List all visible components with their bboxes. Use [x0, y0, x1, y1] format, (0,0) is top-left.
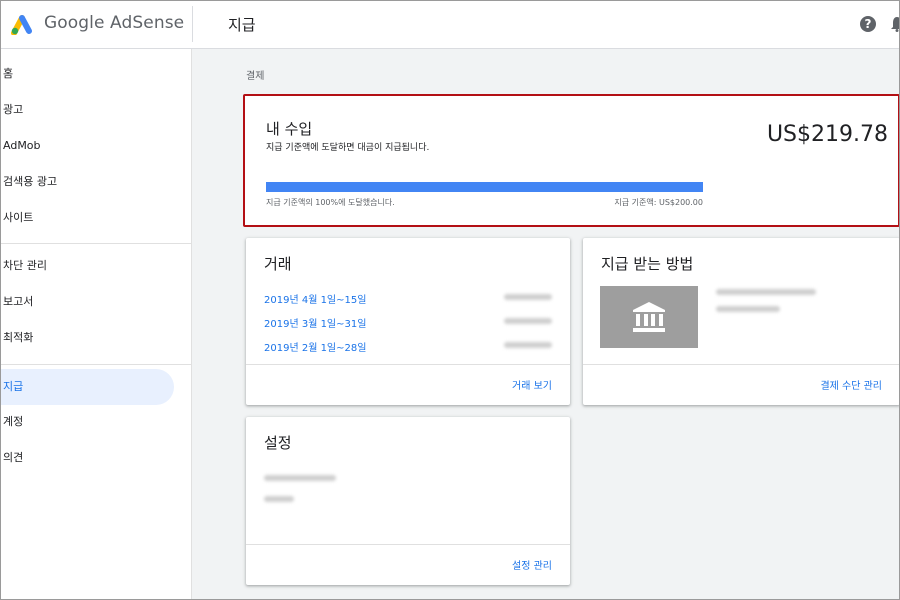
earnings-subtitle: 지급 기준액에 도달하면 대금이 지급됩니다. [266, 143, 430, 153]
earnings-amount: US$219.78 [766, 122, 888, 147]
settings-title: 설정 [264, 434, 292, 452]
payment-method-card: 지급 받는 방법 결제 수단 관리 [583, 238, 900, 405]
sidebar-item-blocking-controls[interactable]: 차단 관리 [0, 248, 180, 284]
earnings-card: 내 수입 지급 기준액에 도달하면 대금이 지급됩니다. US$219.78 지… [243, 94, 900, 227]
redacted-bank-name [716, 289, 816, 295]
sidebar-divider [0, 364, 191, 365]
sidebar-divider [0, 243, 191, 244]
card-footer: 거래 보기 [246, 364, 570, 405]
payment-progress-fill [266, 182, 703, 192]
sidebar-item-search-ads[interactable]: 검색용 광고 [0, 164, 180, 200]
bank-tile [600, 286, 698, 348]
top-app-bar: Google AdSense 지급 ? [0, 0, 900, 49]
card-footer: 결제 수단 관리 [583, 364, 900, 405]
payment-progress-bar [266, 182, 703, 192]
card-footer: 설정 관리 [246, 544, 570, 585]
progress-status-text: 지급 기준액의 100%에 도달했습니다. [266, 198, 395, 207]
view-transactions-link[interactable]: 거래 보기 [512, 377, 552, 392]
sidebar-item-payments[interactable]: 지급 [0, 369, 174, 405]
sidebar-item-feedback[interactable]: 의견 [0, 440, 180, 476]
header-divider [192, 6, 193, 42]
redacted-amount [504, 294, 552, 300]
sidebar-item-home[interactable]: 홈 [0, 56, 180, 92]
sidebar-item-admob[interactable]: AdMob [0, 128, 180, 164]
transaction-period-link[interactable]: 2019년 3월 1일~31일 [264, 315, 366, 330]
earnings-title: 내 수입 [266, 120, 313, 138]
adsense-logo-icon[interactable] [10, 13, 34, 35]
redacted-setting-value [264, 496, 294, 502]
transaction-period-link[interactable]: 2019년 2월 1일~28일 [264, 339, 366, 354]
payment-method-title: 지급 받는 방법 [601, 255, 694, 273]
sidebar-item-ads[interactable]: 광고 [0, 92, 180, 128]
page-title: 지급 [228, 16, 256, 34]
transactions-card: 거래 2019년 4월 1일~15일 2019년 3월 1일~31일 2019년… [246, 238, 570, 405]
manage-payment-methods-link[interactable]: 결제 수단 관리 [820, 377, 882, 392]
sidebar-nav: 홈 광고 AdMob 검색용 광고 사이트 차단 관리 보고서 최적화 지급 계… [0, 49, 192, 600]
sidebar-item-account[interactable]: 계정 [0, 404, 180, 440]
bank-icon [633, 302, 665, 332]
sidebar-item-reports[interactable]: 보고서 [0, 284, 180, 320]
bell-icon[interactable] [890, 16, 900, 32]
payment-threshold-text: 지급 기준액: US$200.00 [614, 198, 703, 207]
sidebar-item-optimization[interactable]: 최적화 [0, 320, 180, 356]
redacted-setting-value [264, 475, 336, 481]
breadcrumb[interactable]: 결제 [246, 67, 264, 82]
transaction-period-link[interactable]: 2019년 4월 1일~15일 [264, 291, 366, 306]
redacted-amount [504, 318, 552, 324]
brand-name[interactable]: Google AdSense [44, 13, 184, 33]
transactions-title: 거래 [264, 255, 292, 273]
redacted-bank-detail [716, 306, 780, 312]
settings-card: 설정 설정 관리 [246, 417, 570, 585]
manage-settings-link[interactable]: 설정 관리 [512, 557, 552, 572]
sidebar-item-sites[interactable]: 사이트 [0, 200, 180, 236]
help-icon[interactable]: ? [860, 16, 876, 32]
redacted-amount [504, 342, 552, 348]
